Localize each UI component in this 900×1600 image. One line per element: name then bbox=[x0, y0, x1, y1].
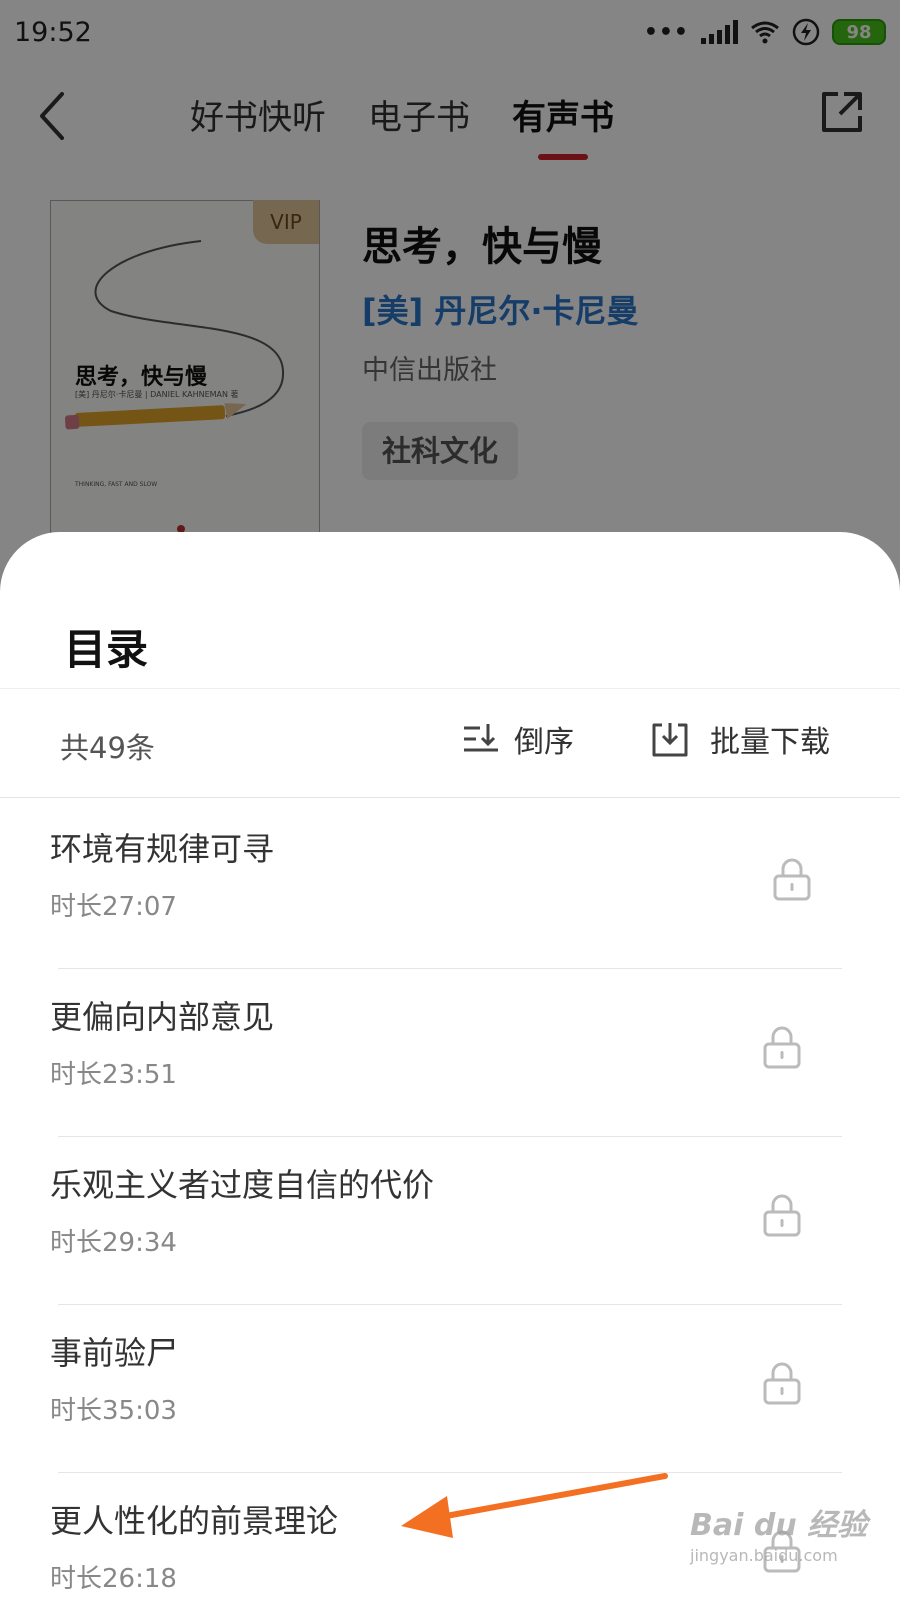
sheet-title: 目录 bbox=[64, 625, 149, 674]
chapter-count: 共49条 bbox=[60, 731, 155, 765]
toc-sheet: 目录 共49条 倒序 批量下载 环境有规律可寻 时长27:07 更偏向内部意见 … bbox=[0, 532, 900, 1600]
chapter-item[interactable]: 更偏向内部意见 时长23:51 bbox=[0, 968, 900, 1136]
chapter-duration: 时长23:51 bbox=[50, 1060, 177, 1090]
watermark-logo: Bai du 经验 jingyan.baidu.com bbox=[690, 1508, 868, 1565]
chapter-title: 环境有规律可寻 bbox=[50, 830, 275, 868]
annotation-arrow-icon bbox=[401, 1473, 668, 1538]
sort-reverse-icon bbox=[464, 724, 498, 752]
chapter-duration: 时长27:07 bbox=[50, 892, 177, 922]
chapter-title: 更偏向内部意见 bbox=[50, 998, 275, 1036]
chapter-title: 更人性化的前景理论 bbox=[50, 1502, 339, 1540]
chapter-item[interactable]: 事前验尸 时长35:03 bbox=[0, 1304, 900, 1472]
chapter-title: 事前验尸 bbox=[50, 1334, 179, 1372]
chapter-duration: 时长35:03 bbox=[50, 1396, 177, 1426]
sort-reverse-button[interactable]: 倒序 bbox=[462, 717, 574, 761]
lock-icon bbox=[763, 1362, 801, 1405]
lock-icon bbox=[773, 858, 811, 901]
batch-download-button[interactable]: 批量下载 bbox=[650, 717, 830, 761]
lock-icon bbox=[763, 1194, 801, 1237]
chapter-item[interactable]: 环境有规律可寻 时长27:07 bbox=[0, 800, 900, 968]
chapter-duration: 时长29:34 bbox=[50, 1228, 177, 1258]
chapter-title: 乐观主义者过度自信的代价 bbox=[50, 1166, 435, 1204]
download-icon bbox=[652, 723, 688, 757]
download-label: 批量下载 bbox=[710, 725, 830, 760]
sort-label: 倒序 bbox=[514, 725, 574, 760]
chapter-item[interactable]: 乐观主义者过度自信的代价 时长29:34 bbox=[0, 1136, 900, 1304]
lock-icon bbox=[763, 1026, 801, 1069]
toc-toolbar: 共49条 倒序 批量下载 bbox=[0, 688, 900, 798]
chapter-duration: 时长26:18 bbox=[50, 1564, 177, 1594]
